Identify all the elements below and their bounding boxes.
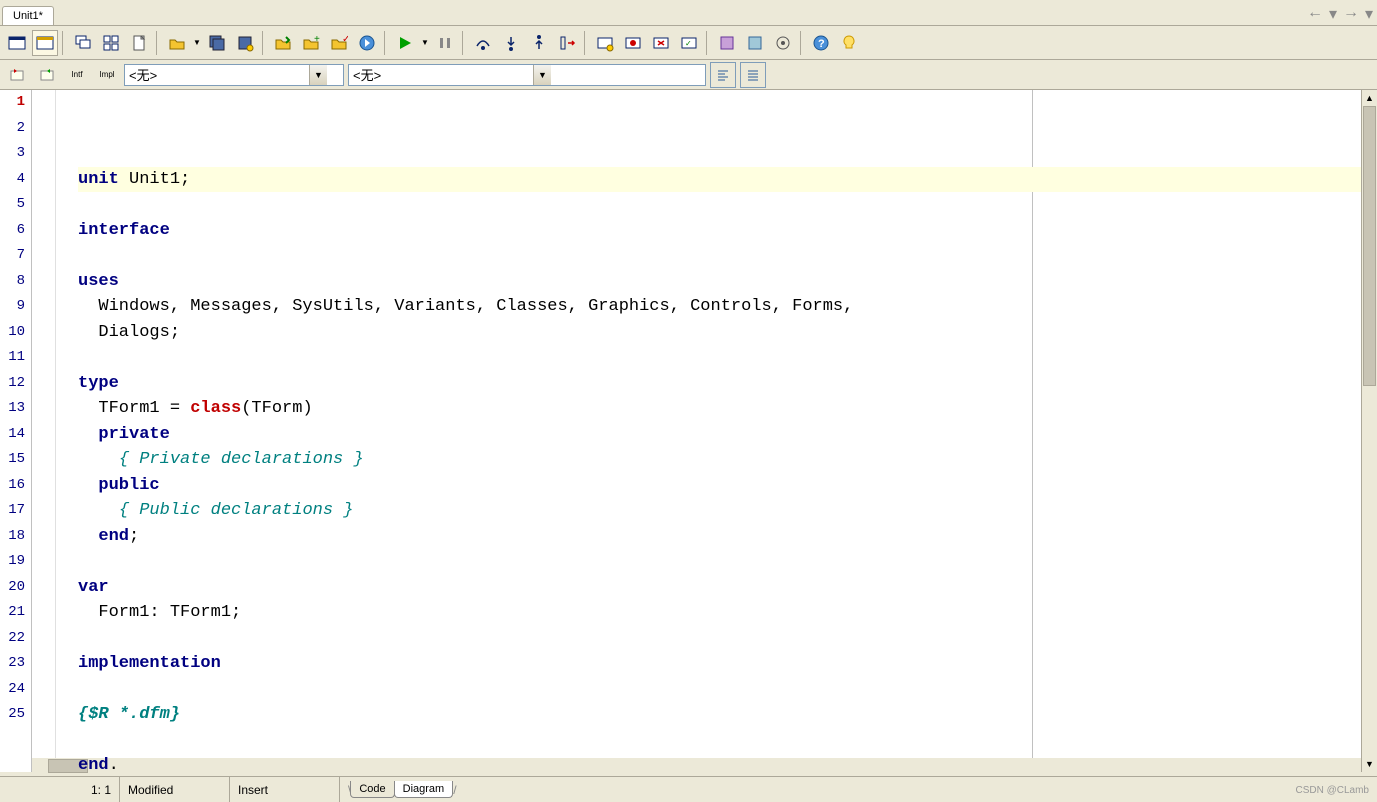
save-all-button[interactable] xyxy=(204,30,230,56)
new-file-button[interactable] xyxy=(126,30,152,56)
method-combo-input[interactable] xyxy=(349,65,533,85)
cursor-position: 1: 1 xyxy=(0,777,120,802)
dropdown-icon[interactable]: ▼ xyxy=(309,65,327,85)
tab-code[interactable]: Code xyxy=(350,781,394,798)
file-tab-unit1[interactable]: Unit1* xyxy=(2,6,54,25)
step-over-button[interactable] xyxy=(470,30,496,56)
add-watch-button[interactable] xyxy=(592,30,618,56)
toolbar-separator xyxy=(584,31,588,55)
toolbar-separator xyxy=(462,31,466,55)
line-gutter[interactable]: 1234567891011121314151617181920212223242… xyxy=(0,90,32,772)
install-component-button[interactable] xyxy=(742,30,768,56)
view-form-button[interactable] xyxy=(4,30,30,56)
toolbar-separator xyxy=(384,31,388,55)
svg-text:✓: ✓ xyxy=(685,39,692,48)
code-editor: 1234567891011121314151617181920212223242… xyxy=(0,90,1377,772)
nav-back-dd-icon[interactable]: ▾ xyxy=(1329,4,1337,24)
toolbar-separator xyxy=(262,31,266,55)
nav-fwd-icon[interactable]: → xyxy=(1343,4,1359,24)
svg-text:?: ? xyxy=(818,38,825,50)
save-project-button[interactable] xyxy=(232,30,258,56)
toolbar-separator xyxy=(62,31,66,55)
help-button[interactable]: ? xyxy=(808,30,834,56)
find-declaration-button[interactable] xyxy=(34,62,60,88)
toolbar-separator xyxy=(706,31,710,55)
main-toolbar: ▼ + ✓ ▼ ✓ ? xyxy=(0,26,1377,60)
run-to-cursor-button[interactable] xyxy=(554,30,580,56)
project-remove-button[interactable]: ✓ xyxy=(326,30,352,56)
method-combo[interactable]: ▼ xyxy=(348,64,706,86)
align-justify-button[interactable] xyxy=(740,62,766,88)
scroll-down-icon[interactable]: ▼ xyxy=(1362,756,1377,772)
toggle-breakpoint-button[interactable]: ✓ xyxy=(676,30,702,56)
toolbar-separator xyxy=(800,31,804,55)
view-unit-button[interactable] xyxy=(32,30,58,56)
svg-text:✓: ✓ xyxy=(342,34,348,45)
align-left-button[interactable] xyxy=(710,62,736,88)
class-browser-button[interactable] xyxy=(4,62,30,88)
navigation-toolbar: Intf Impl ▼ ▼ xyxy=(0,60,1377,90)
configure-tools-button[interactable] xyxy=(770,30,796,56)
step-into-button[interactable] xyxy=(498,30,524,56)
bottom-tabs: \ Code Diagram / xyxy=(340,777,465,802)
tile-windows-button[interactable] xyxy=(98,30,124,56)
tab-diagram[interactable]: Diagram xyxy=(394,781,454,798)
status-bar: 1: 1 Modified Insert \ Code Diagram / xyxy=(0,776,1377,802)
nav-back-icon[interactable]: ← xyxy=(1307,4,1323,24)
watermark: CSDN @CLamb xyxy=(1295,785,1369,796)
toolbar-separator xyxy=(156,31,160,55)
cascade-windows-button[interactable] xyxy=(70,30,96,56)
open-project-button[interactable] xyxy=(270,30,296,56)
fold-strip[interactable] xyxy=(32,90,56,772)
step-out-button[interactable] xyxy=(526,30,552,56)
code-lines[interactable]: unit Unit1;interfaceuses Windows, Messag… xyxy=(72,90,1361,772)
open-dropdown[interactable]: ▼ xyxy=(192,38,202,47)
modified-status: Modified xyxy=(120,777,230,802)
scroll-up-icon[interactable]: ▲ xyxy=(1362,90,1377,106)
impl-icon[interactable]: Impl xyxy=(94,62,120,88)
vertical-scrollbar[interactable]: ▲ ▼ xyxy=(1361,90,1377,772)
section-combo-input[interactable] xyxy=(125,65,309,85)
dropdown-icon[interactable]: ▼ xyxy=(533,65,551,85)
intf-icon[interactable]: Intf xyxy=(64,62,90,88)
file-tabs-bar: Unit1* ← ▾ → ▾ xyxy=(0,0,1377,26)
horizontal-scrollbar[interactable] xyxy=(32,758,1361,774)
insert-mode: Insert xyxy=(230,777,340,802)
evaluate-button[interactable] xyxy=(648,30,674,56)
run-button[interactable] xyxy=(392,30,418,56)
scroll-thumb[interactable] xyxy=(1363,106,1376,386)
code-area[interactable]: unit Unit1;interfaceuses Windows, Messag… xyxy=(56,90,1361,772)
run-dropdown[interactable]: ▼ xyxy=(420,38,430,47)
svg-text:+: + xyxy=(314,34,320,45)
nav-fwd-dd-icon[interactable]: ▾ xyxy=(1365,4,1373,24)
open-button[interactable] xyxy=(164,30,190,56)
compile-button[interactable] xyxy=(354,30,380,56)
new-component-button[interactable] xyxy=(714,30,740,56)
hint-button[interactable] xyxy=(836,30,862,56)
nav-arrows: ← ▾ → ▾ xyxy=(1307,4,1373,24)
breakpoints-button[interactable] xyxy=(620,30,646,56)
pause-button[interactable] xyxy=(432,30,458,56)
section-combo[interactable]: ▼ xyxy=(124,64,344,86)
project-add-button[interactable]: + xyxy=(298,30,324,56)
